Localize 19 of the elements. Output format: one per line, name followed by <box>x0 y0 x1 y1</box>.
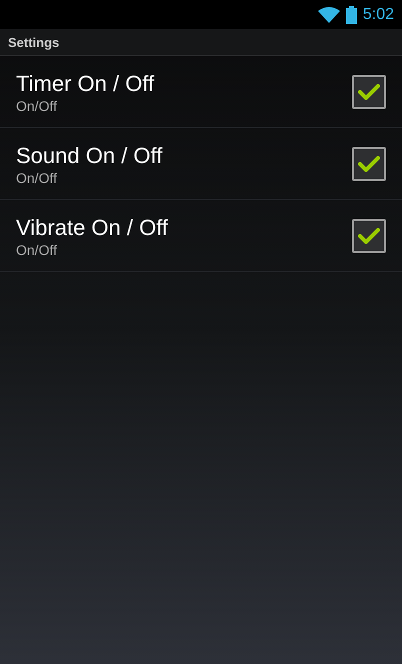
setting-row[interactable]: Sound On / Off On/Off <box>0 128 402 200</box>
battery-icon <box>346 6 357 24</box>
clock-time: 5:02 <box>362 6 394 24</box>
setting-row[interactable]: Vibrate On / Off On/Off <box>0 200 402 272</box>
setting-title: Sound On / Off <box>16 142 162 170</box>
setting-title: Timer On / Off <box>16 70 154 98</box>
setting-title: Vibrate On / Off <box>16 214 168 242</box>
checkbox[interactable] <box>352 74 386 108</box>
setting-summary: On/Off <box>16 242 58 258</box>
section-header: Settings <box>0 29 402 56</box>
checkbox[interactable] <box>352 146 386 180</box>
checkmark-icon <box>358 154 380 172</box>
setting-summary: On/Off <box>16 170 58 186</box>
wifi-icon <box>318 6 340 22</box>
setting-summary: On/Off <box>16 98 58 114</box>
checkmark-icon <box>358 82 380 100</box>
setting-row[interactable]: Timer On / Off On/Off <box>0 56 402 128</box>
checkbox[interactable] <box>352 218 386 252</box>
checkmark-icon <box>358 226 380 244</box>
